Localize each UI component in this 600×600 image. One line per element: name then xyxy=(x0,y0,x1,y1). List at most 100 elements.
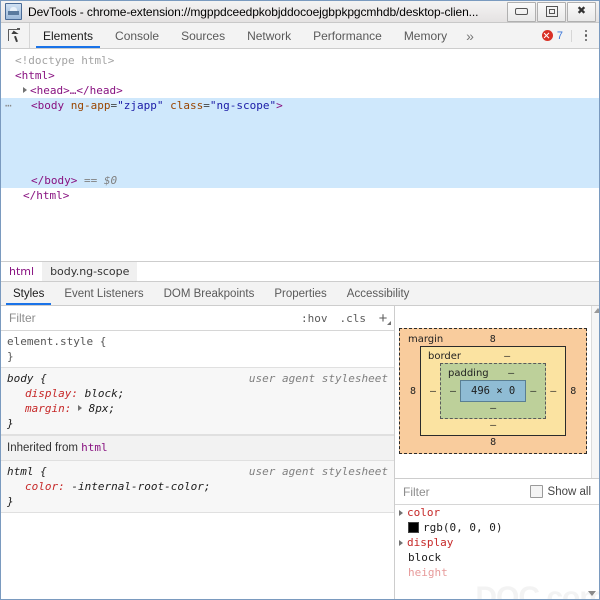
box-model-border-bottom[interactable]: – xyxy=(490,420,496,432)
computed-property-color-name: color xyxy=(407,505,440,520)
dom-node-html-open[interactable]: <html> xyxy=(1,68,599,83)
box-model-padding-label: padding xyxy=(448,368,489,379)
tab-network[interactable]: Network xyxy=(236,23,302,48)
style-rule-html[interactable]: html { user agent stylesheet color: -int… xyxy=(1,461,394,513)
tab-performance[interactable]: Performance xyxy=(302,23,393,48)
dom-node-body-open[interactable]: ⋯<body ng-app="zjapp" class="ng-scope"> xyxy=(1,98,599,113)
declaration-color-property[interactable]: color: xyxy=(25,480,65,493)
dom-body-spacer xyxy=(1,143,599,158)
style-rule-body[interactable]: body { user agent stylesheet display: bl… xyxy=(1,368,394,435)
scroll-up-arrow-icon[interactable] xyxy=(594,308,599,313)
cls-button[interactable]: .cls xyxy=(334,312,373,325)
box-model-margin-bottom[interactable]: 8 xyxy=(490,437,496,449)
selector-body[interactable]: body { xyxy=(7,371,47,386)
tab-styles-label: Styles xyxy=(13,288,44,300)
computed-value-color[interactable]: rgb(0, 0, 0) xyxy=(395,520,599,535)
box-model-margin[interactable]: margin 8 8 border – xyxy=(399,328,587,454)
dom-node-head[interactable]: <head>…</head> xyxy=(1,83,599,98)
window-controls: ✖ xyxy=(506,2,596,22)
box-model-border[interactable]: border – – padding – xyxy=(420,346,566,436)
box-model-diagram[interactable]: margin 8 8 border – xyxy=(395,306,591,478)
kebab-dot xyxy=(585,30,588,33)
rule-origin-body: user agent stylesheet xyxy=(249,371,394,386)
tab-memory[interactable]: Memory xyxy=(393,23,458,48)
box-model-padding[interactable]: padding – – 496 × 0 – xyxy=(440,363,546,419)
error-count-badge[interactable]: 7 xyxy=(542,30,572,42)
chevron-double-right-icon: » xyxy=(466,28,474,44)
styles-filter-input[interactable] xyxy=(1,310,295,326)
dom-node-body-close-label: </body> xyxy=(31,174,77,187)
box-model-margin-right[interactable]: 8 xyxy=(566,386,580,397)
declaration-display-value[interactable]: block; xyxy=(85,387,125,400)
style-rule-element-style[interactable]: element.style { } xyxy=(1,331,394,368)
tab-elements[interactable]: Elements xyxy=(32,23,104,48)
breadcrumb-item-body[interactable]: body.ng-scope xyxy=(42,262,137,281)
box-model-content-size[interactable]: 496 × 0 xyxy=(460,380,526,402)
tab-styles[interactable]: Styles xyxy=(3,282,54,305)
computed-filter-row: Show all xyxy=(395,479,599,505)
maximize-button[interactable] xyxy=(537,2,566,22)
breadcrumb: html body.ng-scope xyxy=(1,261,599,282)
error-count-value: 7 xyxy=(557,30,563,42)
color-swatch-icon[interactable] xyxy=(408,522,419,533)
declaration-display[interactable]: display: block; xyxy=(7,386,394,401)
customize-devtools-button[interactable] xyxy=(577,30,595,42)
box-model-margin-top[interactable]: 8 xyxy=(490,334,496,346)
inherited-from-selector[interactable]: html xyxy=(81,441,108,454)
show-all-checkbox[interactable] xyxy=(530,485,543,498)
computed-properties-list[interactable]: color rgb(0, 0, 0) display block height … xyxy=(395,505,599,599)
dom-body-attr-class-value: "ng-scope" xyxy=(210,99,276,112)
computed-property-color[interactable]: color xyxy=(395,505,599,520)
expand-ellipsis-icon[interactable]: ⋯ xyxy=(5,98,13,113)
tab-event-listeners[interactable]: Event Listeners xyxy=(54,282,153,305)
box-model-margin-left[interactable]: 8 xyxy=(406,386,420,397)
dom-node-html-close[interactable]: </html> xyxy=(1,188,599,203)
box-model-padding-bottom[interactable]: – xyxy=(490,403,496,415)
expand-triangle-icon[interactable] xyxy=(399,510,403,516)
declaration-color-value[interactable]: -internal-root-color; xyxy=(71,480,210,493)
window-titlebar: DevTools - chrome-extension://mgppdceedp… xyxy=(1,1,599,23)
dom-tree[interactable]: <!doctype html> <html> <head>…</head> ⋯<… xyxy=(1,49,599,261)
box-model-border-left[interactable]: – xyxy=(426,386,440,397)
computed-filter-input[interactable] xyxy=(395,484,530,500)
tab-dom-breakpoints[interactable]: DOM Breakpoints xyxy=(154,282,265,305)
computed-property-height[interactable]: height xyxy=(395,565,599,580)
tab-accessibility[interactable]: Accessibility xyxy=(337,282,420,305)
scroll-down-arrow-icon[interactable] xyxy=(588,591,596,596)
dom-body-tag-close-bracket: > xyxy=(276,99,283,112)
styles-rules-list[interactable]: element.style { } body { user agent styl… xyxy=(1,331,394,599)
tab-sources[interactable]: Sources xyxy=(170,23,236,48)
selector-html[interactable]: html { xyxy=(7,464,47,479)
minimize-button[interactable] xyxy=(507,2,536,22)
computed-property-display[interactable]: display xyxy=(395,535,599,550)
expand-triangle-icon[interactable] xyxy=(78,405,82,411)
inspect-element-button[interactable] xyxy=(1,23,30,48)
dom-node-body-selected[interactable]: ⋯<body ng-app="zjapp" class="ng-scope"> … xyxy=(1,98,599,188)
tab-console[interactable]: Console xyxy=(104,23,170,48)
expand-triangle-icon[interactable] xyxy=(399,540,403,546)
dom-node-doctype[interactable]: <!doctype html> xyxy=(1,53,599,68)
expand-triangle-icon[interactable] xyxy=(23,87,27,93)
box-model-scrollbar[interactable] xyxy=(591,306,599,478)
devtools-toolbar: Elements Console Sources Network Perform… xyxy=(1,23,599,49)
tab-accessibility-label: Accessibility xyxy=(347,288,410,300)
new-style-rule-button[interactable]: + xyxy=(372,306,394,330)
computed-value-display[interactable]: block xyxy=(395,550,599,565)
dom-node-body-close[interactable]: </body> == $0 xyxy=(1,173,599,188)
box-model-border-right[interactable]: – xyxy=(546,386,560,397)
selector-element-style[interactable]: element.style { xyxy=(7,334,106,349)
declaration-color[interactable]: color: -internal-root-color; xyxy=(7,479,394,494)
hov-button[interactable]: :hov xyxy=(295,312,334,325)
close-button[interactable]: ✖ xyxy=(567,2,596,22)
inherited-from-label: Inherited from xyxy=(7,442,78,454)
declaration-margin[interactable]: margin: 8px; xyxy=(7,401,394,416)
more-tabs-button[interactable]: » xyxy=(458,23,482,48)
show-all-toggle[interactable]: Show all xyxy=(530,485,599,498)
box-model-padding-right[interactable]: – xyxy=(526,386,540,397)
declaration-margin-property[interactable]: margin: xyxy=(25,402,71,415)
box-model-padding-left[interactable]: – xyxy=(446,386,460,397)
tab-properties[interactable]: Properties xyxy=(264,282,336,305)
breadcrumb-item-html[interactable]: html xyxy=(1,262,42,281)
declaration-display-property[interactable]: display: xyxy=(25,387,78,400)
declaration-margin-value[interactable]: 8px; xyxy=(89,402,116,415)
